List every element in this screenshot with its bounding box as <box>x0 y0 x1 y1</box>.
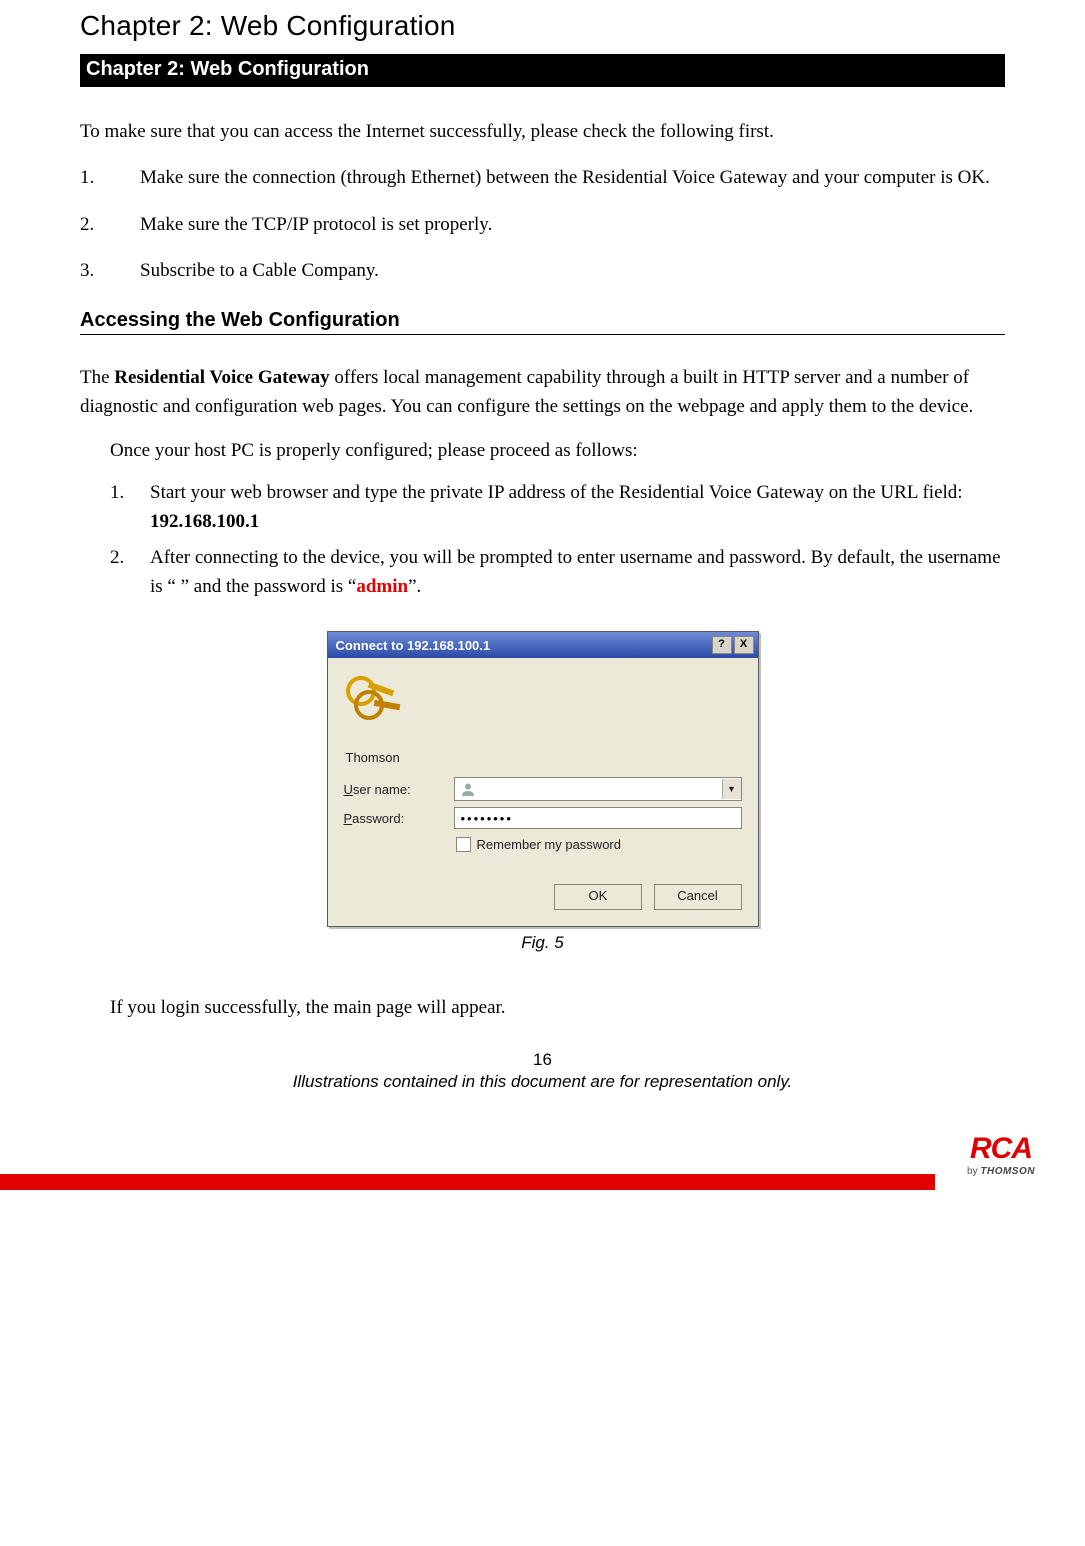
ok-button[interactable]: OK <box>554 884 642 910</box>
default-password: admin <box>356 576 408 597</box>
red-strip <box>0 1174 935 1190</box>
dialog-title: Connect to 192.168.100.1 <box>336 638 491 653</box>
rca-logo-text: RCA <box>970 1134 1032 1164</box>
footer-note: Illustrations contained in this document… <box>80 1072 1005 1092</box>
prerequisite-list: Make sure the connection (through Ethern… <box>80 160 1005 288</box>
password-input[interactable] <box>454 807 742 829</box>
bold-text: Residential Voice Gateway <box>114 367 329 388</box>
keys-icon <box>344 672 396 724</box>
dropdown-icon[interactable]: ▼ <box>722 779 741 799</box>
cancel-button[interactable]: Cancel <box>654 884 742 910</box>
figure-caption: Fig. 5 <box>80 933 1005 953</box>
text: The <box>80 367 114 388</box>
section-paragraph: The Residential Voice Gateway offers loc… <box>80 363 1005 422</box>
remember-label: Remember my password <box>477 837 622 852</box>
username-label: User name: <box>344 782 454 797</box>
text: Start your web browser and type the priv… <box>150 482 963 503</box>
help-button[interactable]: ? <box>712 636 732 654</box>
remember-checkbox[interactable] <box>456 837 471 852</box>
text: After connecting to the device, you will… <box>150 547 1001 597</box>
realm-label: Thomson <box>346 750 742 765</box>
proceed-paragraph: Once your host PC is properly configured… <box>110 436 1005 465</box>
dialog-titlebar[interactable]: Connect to 192.168.100.1 ? X <box>328 632 758 658</box>
brand-logo: RCA by THOMSON <box>935 1120 1085 1190</box>
intro-paragraph: To make sure that you can access the Int… <box>80 117 1005 146</box>
chapter-heading-bar: Chapter 2: Web Configuration <box>80 54 1005 87</box>
login-success-paragraph: If you login successfully, the main page… <box>110 993 1005 1022</box>
page-footer-bar: RCA by THOMSON <box>0 1120 1085 1190</box>
list-item: Start your web browser and type the priv… <box>110 479 1005 536</box>
password-label: Password: <box>344 811 454 826</box>
text: ”. <box>408 576 421 597</box>
ip-address: 192.168.100.1 <box>150 511 259 532</box>
username-combobox[interactable]: ▼ <box>454 777 742 801</box>
user-icon <box>459 780 477 798</box>
by-thomson-text: by THOMSON <box>967 1166 1035 1177</box>
list-item: Make sure the TCP/IP protocol is set pro… <box>80 207 1005 243</box>
auth-dialog: Connect to 192.168.100.1 ? X Thomson <box>327 631 759 927</box>
list-item: After connecting to the device, you will… <box>110 544 1005 601</box>
section-heading: Accessing the Web Configuration <box>80 309 1005 335</box>
list-item: Subscribe to a Cable Company. <box>80 253 1005 289</box>
steps-list: Start your web browser and type the priv… <box>110 479 1005 601</box>
list-item: Make sure the connection (through Ethern… <box>80 160 1005 196</box>
close-button[interactable]: X <box>734 636 754 654</box>
page-number: 16 <box>80 1050 1005 1070</box>
chapter-title: Chapter 2: Web Configuration <box>80 10 1005 42</box>
